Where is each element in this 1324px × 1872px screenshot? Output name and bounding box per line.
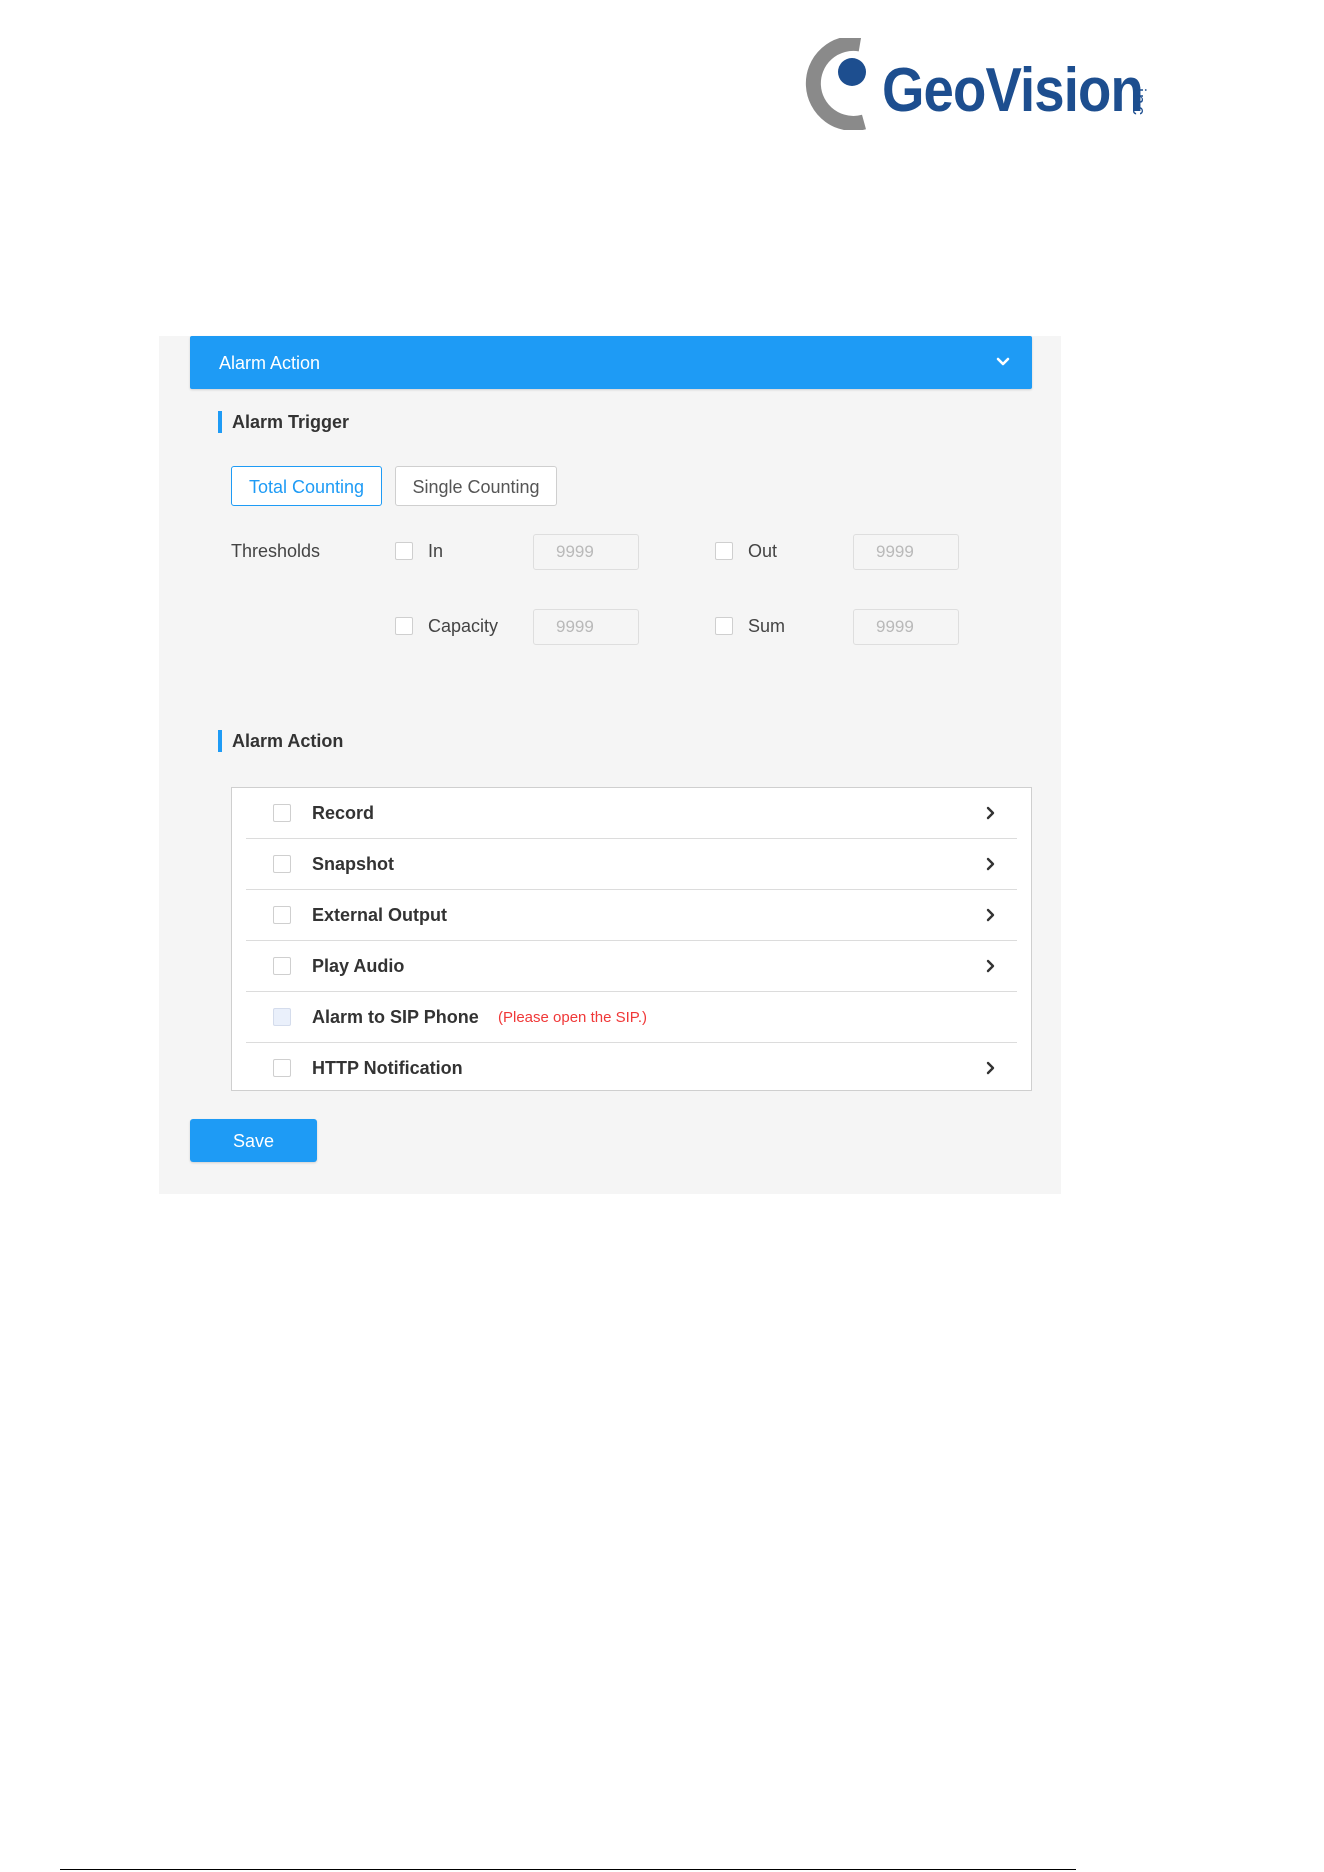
alarm-trigger-title: Alarm Trigger [218, 411, 349, 433]
play-audio-label: Play Audio [312, 956, 405, 976]
external-output-label: External Output [312, 905, 448, 925]
sum-checkbox[interactable] [715, 617, 733, 635]
brand-suffix: inc [1129, 88, 1149, 118]
geovision-logo-mark-icon [805, 38, 866, 130]
sip-phone-checkbox[interactable] [273, 1008, 291, 1026]
chevron-right-icon[interactable] [986, 806, 995, 820]
brand-name: GeoVision [882, 56, 1144, 125]
record-checkbox[interactable] [273, 804, 291, 822]
alarm-action-title: Alarm Action [218, 730, 343, 752]
chevron-right-icon[interactable] [986, 1061, 995, 1075]
play-audio-checkbox[interactable] [273, 957, 291, 975]
http-notification-label: HTTP Notification [312, 1058, 463, 1078]
chevron-right-icon[interactable] [986, 908, 995, 922]
action-row-snapshot[interactable]: Snapshot [246, 839, 1017, 890]
footer-divider [60, 1869, 1076, 1870]
capacity-threshold-input[interactable]: 9999 [533, 609, 639, 645]
snapshot-checkbox[interactable] [273, 855, 291, 873]
geovision-logo: GeoVision inc [798, 38, 1178, 130]
http-notification-checkbox[interactable] [273, 1059, 291, 1077]
capacity-checkbox[interactable] [395, 617, 413, 635]
tab-single-counting[interactable]: Single Counting [395, 466, 557, 506]
panel-header-title: Alarm Action [219, 353, 321, 373]
action-row-alarm-to-sip-phone: Alarm to SIP Phone (Please open the SIP.… [246, 992, 1017, 1043]
chevron-right-icon[interactable] [986, 959, 995, 973]
chevron-right-icon[interactable] [986, 857, 995, 871]
thresholds-label: Thresholds [231, 541, 321, 561]
chevron-down-icon[interactable] [996, 356, 1010, 368]
save-button[interactable]: Save [190, 1119, 317, 1162]
external-output-checkbox[interactable] [273, 906, 291, 924]
action-row-record[interactable]: Record [246, 788, 1017, 839]
tab-total-counting[interactable]: Total Counting [231, 466, 382, 506]
sip-phone-label: Alarm to SIP Phone [312, 1007, 479, 1027]
alarm-action-panel: Alarm Action Alarm Trigger Total Countin… [159, 336, 1061, 1194]
action-row-http-notification[interactable]: HTTP Notification [246, 1043, 1017, 1094]
out-threshold-input[interactable]: 9999 [853, 534, 959, 570]
out-checkbox[interactable] [715, 542, 733, 560]
in-threshold-input[interactable]: 9999 [533, 534, 639, 570]
record-label: Record [312, 803, 375, 823]
in-label: In [428, 541, 444, 561]
alarm-action-list: Record Snapshot External Output Play Aud… [231, 787, 1032, 1091]
sip-warning-note: (Please open the SIP.) [498, 1009, 647, 1026]
out-label: Out [748, 541, 778, 561]
snapshot-label: Snapshot [312, 854, 395, 874]
action-row-external-output[interactable]: External Output [246, 890, 1017, 941]
in-checkbox[interactable] [395, 542, 413, 560]
sum-label: Sum [748, 616, 786, 636]
capacity-label: Capacity [428, 616, 499, 636]
action-row-play-audio[interactable]: Play Audio [246, 941, 1017, 992]
alarm-action-header[interactable]: Alarm Action [190, 336, 1032, 389]
sum-threshold-input[interactable]: 9999 [853, 609, 959, 645]
